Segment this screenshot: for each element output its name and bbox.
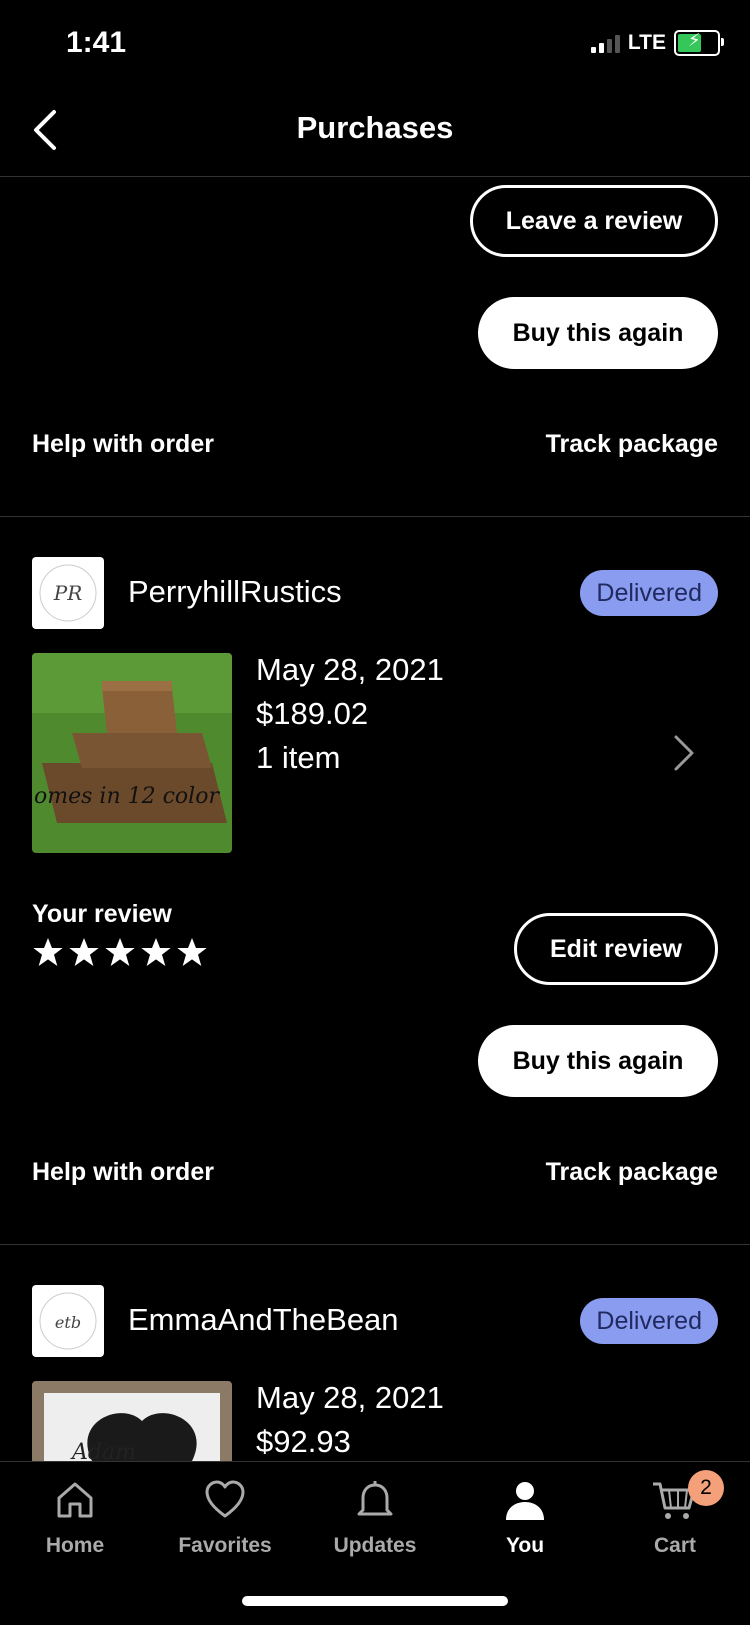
tab-home[interactable]: Home xyxy=(0,1462,150,1572)
star-icon xyxy=(177,938,207,966)
heart-icon xyxy=(205,1480,245,1518)
svg-text:PR: PR xyxy=(53,581,83,605)
nav-header: Purchases xyxy=(0,90,750,177)
status-badge: Delivered xyxy=(580,570,718,616)
edit-review-button[interactable]: Edit review xyxy=(514,913,718,985)
product-thumbnail[interactable]: omes in 12 color xyxy=(32,653,232,853)
tab-you[interactable]: You xyxy=(450,1462,600,1572)
tab-updates[interactable]: Updates xyxy=(300,1462,450,1572)
product-image: Adam xyxy=(32,1381,232,1461)
divider xyxy=(0,1244,750,1245)
order-price: $92.93 xyxy=(256,1424,351,1459)
tab-label: Favorites xyxy=(178,1534,272,1557)
status-bar: 1:41 LTE ⚡ xyxy=(0,0,750,90)
star-icon xyxy=(33,938,63,966)
person-icon xyxy=(506,1482,544,1520)
help-with-order-link[interactable]: Help with order xyxy=(32,1158,214,1187)
help-with-order-link[interactable]: Help with order xyxy=(32,430,214,459)
star-icon xyxy=(105,938,135,966)
svg-text:Adam: Adam xyxy=(70,1440,136,1461)
svg-text:omes in 12 color: omes in 12 color xyxy=(34,784,220,809)
bell-icon xyxy=(357,1481,393,1516)
shop-name[interactable]: PerryhillRustics xyxy=(128,574,342,610)
page-title: Purchases xyxy=(296,110,454,145)
track-package-link[interactable]: Track package xyxy=(546,1158,718,1187)
shop-logo[interactable]: PR xyxy=(32,557,104,629)
status-badge: Delivered xyxy=(580,1298,718,1344)
order-date: May 28, 2021 xyxy=(256,1380,444,1415)
cart-count-badge: 2 xyxy=(688,1470,724,1506)
shop-logo[interactable]: etb xyxy=(32,1285,104,1357)
status-indicators: LTE ⚡ xyxy=(590,30,724,56)
signal-icon xyxy=(590,33,620,53)
shop-name[interactable]: EmmaAndTheBean xyxy=(128,1302,399,1338)
star-icon xyxy=(141,938,171,966)
order-item-count: 1 item xyxy=(256,740,341,775)
buy-again-button[interactable]: Buy this again xyxy=(478,1025,718,1097)
tab-label: Updates xyxy=(333,1534,417,1557)
home-icon xyxy=(57,1482,93,1518)
tab-cart[interactable]: 2 Cart xyxy=(600,1462,750,1572)
svg-text:etb: etb xyxy=(55,1313,81,1332)
your-review-label: Your review xyxy=(32,900,172,928)
review-stars xyxy=(32,936,208,968)
tab-label: Cart xyxy=(653,1534,696,1557)
tab-favorites[interactable]: Favorites xyxy=(150,1462,300,1572)
shop-logo-image: etb xyxy=(39,1292,97,1350)
chevron-right-icon xyxy=(674,735,694,771)
order-price: $189.02 xyxy=(256,696,369,731)
shop-logo-image: PR xyxy=(39,564,97,622)
track-package-link[interactable]: Track package xyxy=(546,430,718,459)
tab-label: Home xyxy=(45,1534,105,1557)
status-time: 1:41 xyxy=(66,26,127,59)
product-thumbnail[interactable]: Adam xyxy=(32,1381,232,1461)
divider xyxy=(0,516,750,517)
leave-review-button[interactable]: Leave a review xyxy=(470,185,718,257)
order-date: May 28, 2021 xyxy=(256,652,444,687)
order-details-button[interactable] xyxy=(668,733,698,773)
star-icon xyxy=(69,938,99,966)
product-image: omes in 12 color xyxy=(32,653,232,853)
tab-label: You xyxy=(505,1534,545,1557)
buy-again-button[interactable]: Buy this again xyxy=(478,297,718,369)
home-indicator[interactable] xyxy=(242,1596,508,1606)
battery-icon: ⚡ xyxy=(674,30,724,56)
network-label: LTE xyxy=(627,31,666,54)
